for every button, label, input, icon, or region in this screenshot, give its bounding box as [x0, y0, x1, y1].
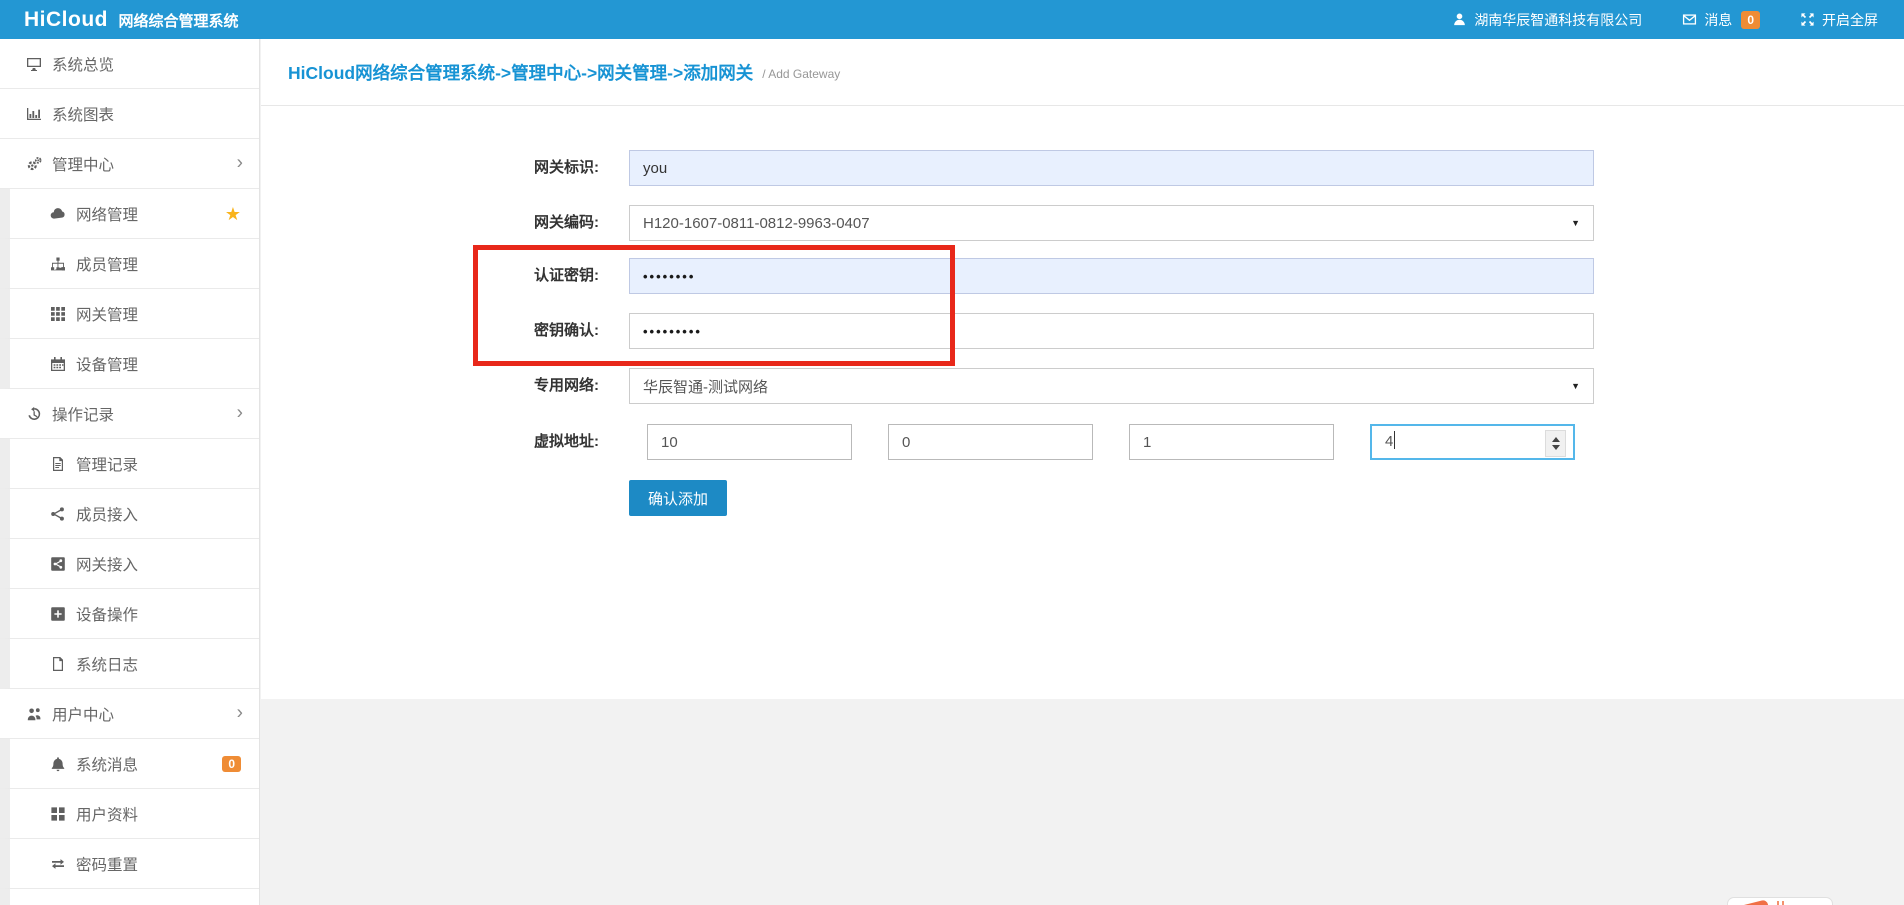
exchange-icon: [46, 856, 70, 872]
chat-widget-logo: [1736, 899, 1771, 905]
messages-count-badge: 0: [1741, 11, 1760, 29]
topbar: HiCloud 网络综合管理系统 湖南华辰智通科技有限公司 消息 0 开启全屏: [0, 0, 1904, 39]
sidebar-item-member-access[interactable]: 成员接入: [0, 489, 259, 539]
users-icon: [22, 706, 46, 722]
sidebar-item-password-reset[interactable]: 密码重置: [0, 839, 259, 889]
form-row-private-network: 专用网络: 华辰智通-测试网络 ▼: [261, 368, 1904, 404]
cogs-icon: [22, 156, 46, 172]
sidebar-item-system-overview[interactable]: 系统总览: [0, 39, 259, 89]
th-large-icon: [46, 806, 70, 822]
breadcrumb-bar: HiCloud网络综合管理系统->管理中心->网关管理->添加网关 / Add …: [261, 39, 1904, 106]
file-icon: [46, 656, 70, 672]
private-network-label: 专用网络:: [261, 368, 599, 404]
virtual-address-octet-3[interactable]: [1129, 424, 1334, 460]
text-cursor: [1394, 431, 1395, 449]
private-network-select[interactable]: 华辰智通-测试网络 ▼: [629, 368, 1594, 404]
chat-widget-divider: [1777, 901, 1779, 905]
key-confirm-input[interactable]: [629, 313, 1594, 349]
form-row-key-confirm: 密钥确认:: [261, 313, 1904, 349]
app-logo[interactable]: HiCloud 网络综合管理系统: [24, 8, 238, 32]
company-name: 湖南华辰智通科技有限公司: [1474, 10, 1642, 30]
share-icon: [46, 506, 70, 522]
brand-name: HiCloud: [24, 8, 108, 31]
gateway-code-selected-value: H120-1607-0811-0812-9963-0407: [643, 215, 870, 232]
envelope-icon: [1682, 12, 1697, 27]
sidebar-item-user-center[interactable]: 用户中心 ›: [0, 689, 259, 739]
cloud-icon: [46, 206, 70, 222]
star-icon: ★: [225, 205, 241, 223]
messages-label: 消息: [1704, 10, 1732, 30]
chat-widget[interactable]: [1727, 897, 1833, 905]
user-icon: [1452, 12, 1467, 27]
brand-subtitle: 网络综合管理系统: [118, 13, 238, 30]
caret-down-icon: ▼: [1571, 381, 1580, 391]
sidebar-item-operation-records[interactable]: 操作记录 ›: [0, 389, 259, 439]
form-row-auth-key: 认证密钥:: [261, 258, 1904, 294]
virtual-address-octet-1[interactable]: [647, 424, 852, 460]
auth-key-input[interactable]: [629, 258, 1594, 294]
sidebar-item-network-management[interactable]: 网络管理 ★: [0, 189, 259, 239]
sidebar-item-system-logs[interactable]: 系统日志: [0, 639, 259, 689]
confirm-add-button[interactable]: 确认添加: [629, 480, 727, 516]
main-content: HiCloud网络综合管理系统->管理中心->网关管理->添加网关 / Add …: [261, 39, 1904, 905]
gateway-code-label: 网关编码:: [261, 205, 599, 241]
spinner-up-icon[interactable]: [1552, 437, 1560, 442]
sidebar: 系统总览 系统图表 管理中心 › 网络管理 ★ 成员管理 网关管理 设备管理: [0, 39, 260, 905]
gateway-id-input[interactable]: [629, 150, 1594, 186]
calendar-icon: [46, 356, 70, 372]
sidebar-item-admin-center[interactable]: 管理中心 ›: [0, 139, 259, 189]
fullscreen-label: 开启全屏: [1822, 10, 1878, 30]
file-text-icon: [46, 456, 70, 472]
form-row-gateway-code: 网关编码: H120-1607-0811-0812-9963-0407 ▼: [261, 205, 1904, 241]
fullscreen-icon: [1800, 12, 1815, 27]
virtual-address-octet-4[interactable]: 4: [1370, 424, 1575, 460]
breadcrumb: HiCloud网络综合管理系统->管理中心->网关管理->添加网关: [288, 60, 753, 85]
fullscreen-toggle[interactable]: 开启全屏: [1800, 10, 1878, 30]
notification-badge: 0: [222, 756, 241, 772]
breadcrumb-subtitle: / Add Gateway: [762, 63, 840, 81]
chat-widget-divider: [1782, 901, 1784, 905]
sidebar-item-gateway-management[interactable]: 网关管理: [0, 289, 259, 339]
gateway-id-label: 网关标识:: [261, 150, 599, 186]
sidebar-item-device-management[interactable]: 设备管理: [0, 339, 259, 389]
caret-down-icon: ▼: [1571, 218, 1580, 228]
bell-icon: [46, 756, 70, 772]
form-panel: HiCloud网络综合管理系统->管理中心->网关管理->添加网关 / Add …: [261, 39, 1904, 699]
history-icon: [22, 406, 46, 422]
sidebar-item-system-messages[interactable]: 系统消息 0: [0, 739, 259, 789]
sidebar-item-device-operations[interactable]: 设备操作: [0, 589, 259, 639]
form-row-virtual-address: 虚拟地址: 4: [261, 424, 1904, 460]
number-spinner[interactable]: [1545, 430, 1566, 457]
sidebar-item-user-profile[interactable]: 用户资料: [0, 789, 259, 839]
messages-menu[interactable]: 消息 0: [1682, 10, 1760, 30]
sidebar-item-system-charts[interactable]: 系统图表: [0, 89, 259, 139]
chevron-right-icon: ›: [237, 703, 243, 722]
sidebar-filler: [0, 889, 259, 905]
chevron-right-icon: ›: [237, 403, 243, 422]
octet-4-value: 4: [1385, 433, 1393, 450]
bar-chart-icon: [22, 106, 46, 122]
key-confirm-label: 密钥确认:: [261, 313, 599, 349]
virtual-address-octet-2[interactable]: [888, 424, 1093, 460]
gateway-code-select[interactable]: H120-1607-0811-0812-9963-0407 ▼: [629, 205, 1594, 241]
grid-icon: [46, 306, 70, 322]
sitemap-icon: [46, 256, 70, 272]
spinner-down-icon[interactable]: [1552, 445, 1560, 450]
topbar-menu: 湖南华辰智通科技有限公司 消息 0 开启全屏: [1452, 10, 1878, 30]
private-network-selected-value: 华辰智通-测试网络: [643, 376, 768, 397]
plus-square-icon: [46, 606, 70, 622]
account-menu[interactable]: 湖南华辰智通科技有限公司: [1452, 10, 1642, 30]
sidebar-item-admin-records[interactable]: 管理记录: [0, 439, 259, 489]
sidebar-item-member-management[interactable]: 成员管理: [0, 239, 259, 289]
chevron-right-icon: ›: [237, 153, 243, 172]
sidebar-item-gateway-access[interactable]: 网关接入: [0, 539, 259, 589]
virtual-address-label: 虚拟地址:: [261, 424, 599, 460]
sidebar-menu: 系统总览 系统图表 管理中心 › 网络管理 ★ 成员管理 网关管理 设备管理: [0, 39, 259, 889]
form-row-gateway-id: 网关标识:: [261, 150, 1904, 186]
auth-key-label: 认证密钥:: [261, 258, 599, 294]
share-square-icon: [46, 556, 70, 572]
desktop-icon: [22, 56, 46, 72]
